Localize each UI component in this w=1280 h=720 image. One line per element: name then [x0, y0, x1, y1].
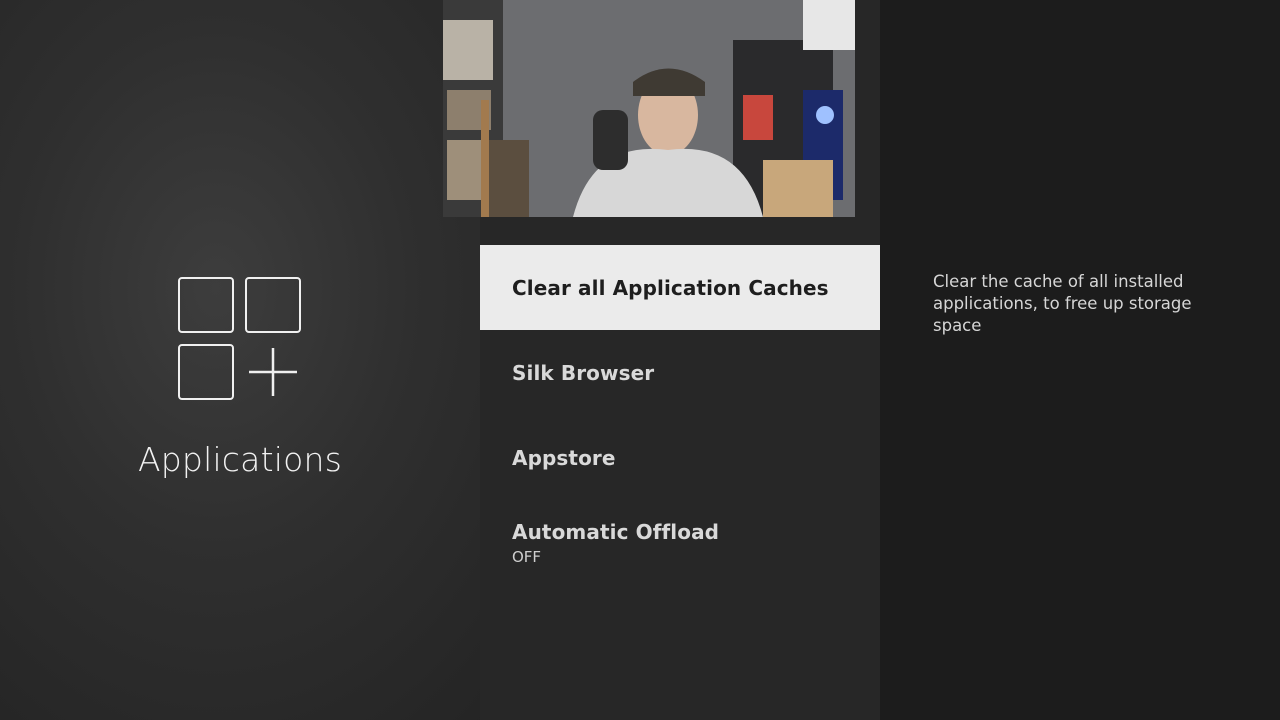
- description-panel: [880, 0, 1280, 720]
- settings-menu: Clear all Application Caches Silk Browse…: [480, 245, 880, 585]
- menu-item-silk-browser[interactable]: Silk Browser: [480, 330, 880, 415]
- menu-item-label: Automatic Offload: [512, 519, 720, 544]
- menu-item-value: OFF: [512, 547, 542, 566]
- menu-item-label: Clear all Application Caches: [512, 275, 829, 300]
- category-title: Applications: [138, 440, 342, 479]
- item-description: Clear the cache of all installed applica…: [933, 272, 1192, 335]
- webcam-overlay: [443, 0, 855, 217]
- menu-item-label: Appstore: [512, 445, 616, 470]
- menu-item-automatic-offload[interactable]: Automatic Offload OFF: [480, 500, 880, 585]
- apps-grid-plus-icon: [178, 277, 301, 400]
- menu-item-label: Silk Browser: [512, 360, 655, 385]
- menu-item-clear-caches[interactable]: Clear all Application Caches: [480, 245, 880, 330]
- menu-item-appstore[interactable]: Appstore: [480, 415, 880, 500]
